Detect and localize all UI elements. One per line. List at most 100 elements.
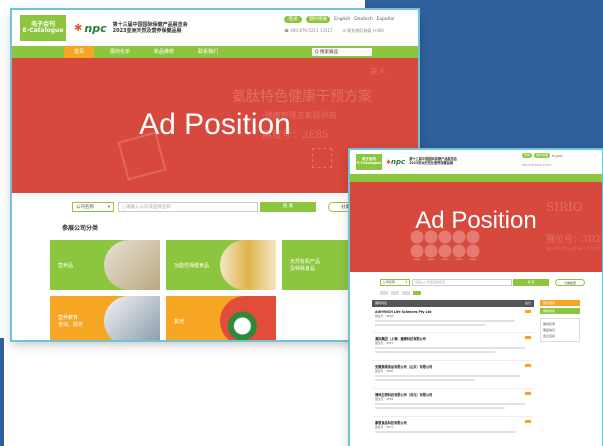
category-tile-education[interactable]: 营养教育 咨询、服务 [50,296,160,340]
search-type-value: 公司名称 [383,280,396,284]
exhibitor-list: 展商列表 总计 AOHYNCH Life Sciences Pty Ltd 展位… [372,300,534,443]
search-type-select[interactable]: 公司名称 ▾ [380,278,410,286]
booth-number: 展位号：3F21 [375,425,394,429]
category-tile-functional[interactable]: 功能性保健食品 [166,240,276,290]
login-button[interactable]: 登录 [522,153,532,158]
lang-deutsch[interactable]: Deutsch [354,17,373,22]
logo-text-en: E-Catalogue [22,27,64,34]
logo-text-en: E-Catalogue [357,161,381,165]
lang-english[interactable]: English [552,154,563,158]
npc-logo: ✱ npc [386,158,405,166]
list-item[interactable]: AOHYNCH Life Sciences Pty Ltd 展位号：3E46 [372,307,534,333]
login-button[interactable]: 登录 [284,16,302,23]
bookmark-icon[interactable] [525,392,531,395]
nav-search-text: Q 搜索展品 [315,50,338,55]
lang-espanol[interactable]: Español [377,17,395,22]
header-contact: 400-876-5211 13517 [522,163,552,167]
filter-chip-active[interactable] [413,291,421,295]
category-label: 功能性保健食品 [174,262,210,269]
phone-value: 400-876-5211 13517 [290,28,333,33]
nav-exhibitors[interactable]: 展商名单 [102,46,138,58]
sidebar-link-events[interactable]: 会议活动 [543,333,577,339]
category-tile-nutrition[interactable]: 营养品 [50,240,160,290]
bookmark-icon[interactable] [525,310,531,313]
site-header: 电子会刊 E-Catalogue ✱ npc 第十三届中国国际保健产品展览会 2… [12,10,418,46]
lang-english[interactable]: English [334,17,350,22]
npc-star-icon: ✱ [74,22,83,34]
site-header: 电子会刊 E-Catalogue ✱ npc 第十三届中国国际保健产品展览会 2… [350,150,602,174]
main-nav [350,174,602,182]
expo-title-line2: 2023亚洲天然及营养保健品展 [112,28,182,34]
ad-banner[interactable]: SIRIO 展位号：3D29 Booth Number: 3D29 Ad Pos… [350,182,602,272]
category-search-button[interactable]: 分类检索 [555,278,585,286]
background-accent [0,338,4,446]
category-label: 营养品 [58,262,74,269]
bookmark-icon[interactable] [525,336,531,339]
search-type-value: 公司名称 [76,205,94,210]
visit-button[interactable]: 预约观展 [306,16,330,23]
category-photo [104,240,160,290]
book-exhibitor-button[interactable]: 预约展商 [540,300,580,306]
bookmark-icon[interactable] [525,364,531,367]
list-item[interactable]: 博林生物科技有限公司（河北）有限公司 展位号：3F04 [372,389,534,417]
description-line [375,379,475,381]
filter-chip[interactable] [391,291,399,295]
phone-value: 400-876-5211 13517 [522,163,552,167]
nav-search-input[interactable]: Q 搜索展品 [312,48,372,56]
expo-title-line2: 2023亚洲天然及营养保健品展 [409,161,454,165]
description-line [375,324,485,326]
email-text: ✉ 联系我们参展 (+86) [343,28,384,34]
search-type-select[interactable]: 公司名称 ▾ [72,202,114,212]
header-contact: ☎ 400-876-5211 13517 ✉ 联系我们参展 (+86) [284,28,384,34]
banner-ghost-booth-en: Booth Number: 3D29 [546,246,601,252]
chevron-down-icon: ▾ [405,280,407,284]
description-line [375,407,505,409]
main-nav: 首页 展商名单 新品推荐 联系我们 Q 搜索展品 [12,46,418,58]
list-item[interactable]: 安徽泰源食品有限公司（山东）有限公司 展位号：3E40 [372,361,534,389]
nav-new-products[interactable]: 新品推荐 [146,46,182,58]
search-input[interactable]: ○ 请输入公司或品牌名称 [118,202,258,212]
site-logo[interactable]: 电子会刊 E-Catalogue [356,154,382,170]
description-line [375,351,495,353]
header-actions: 登录 预约观展 English Deutsch Español [284,16,394,23]
search-bar: 公司名称 ▾ 请输入公司或品牌名称 搜 索 分类检索 [350,276,602,288]
booth-number: 展位号：3E40 [375,369,394,373]
chevron-down-icon: ▾ [107,204,110,210]
npc-brand-text: npc [391,158,406,166]
search-placeholder: 请输入公司或品牌名称 [415,280,446,284]
search-input[interactable]: 请输入公司或品牌名称 [412,278,512,286]
search-button[interactable]: 搜 索 [260,202,316,212]
booth-number: 展位号：3F04 [375,397,394,401]
list-sidebar: 预约展商 展商搜索 展商名录 展品信息 会议活动 [540,300,580,443]
description-line [375,320,515,322]
expo-title: 第十三届中国国际保健产品展览会 2023亚洲天然及营养保健品展 [409,157,457,166]
sidebar-link-box: 展商名录 展品信息 会议活动 [540,318,580,342]
category-photo [220,296,276,340]
category-photo [220,240,276,290]
description-line [375,375,520,377]
booth-number: 展位号：3E17 [375,341,394,345]
nav-home[interactable]: 首页 [64,46,94,58]
filter-chip[interactable] [380,291,388,295]
expo-title: 第十三届中国国际保健产品展览会 2023亚洲天然及营养保健品展 [113,22,188,34]
category-label: 营养教育 咨询、服务 [58,315,84,328]
category-label: 天然有机产品 及特殊食品 [290,259,321,272]
npc-logo: ✱ npc [74,22,107,35]
visit-button[interactable]: 预约观展 [534,153,550,158]
exhibitor-search-button[interactable]: 展商搜索 [540,308,580,314]
list-layout: 展商列表 总计 AOHYNCH Life Sciences Pty Ltd 展位… [350,300,602,443]
phone-text: ☎ 400-876-5211 13517 [284,28,333,34]
search-button[interactable]: 搜 索 [513,278,549,286]
list-item[interactable]: 澳际集团（上海）健康科技有限公司 展位号：3E17 [372,333,534,361]
bookmark-icon[interactable] [525,420,531,423]
banner-ghost-headline: 氨肽特色健康干预方案 [232,89,372,105]
ad-position-label: Ad Position [139,108,291,141]
list-item[interactable]: 康恩食品科技有限公司 展位号：3F21 [372,417,534,443]
ad-position-label: Ad Position [415,207,537,234]
category-tile-other[interactable]: 其他 [166,296,276,340]
site-logo[interactable]: 电子会刊 E-Catalogue [20,15,66,41]
search-placeholder: 请输入公司或品牌名称 [125,205,171,210]
nav-contact[interactable]: 联系我们 [190,46,226,58]
npc-brand-text: npc [84,21,107,35]
filter-chip[interactable] [402,291,410,295]
